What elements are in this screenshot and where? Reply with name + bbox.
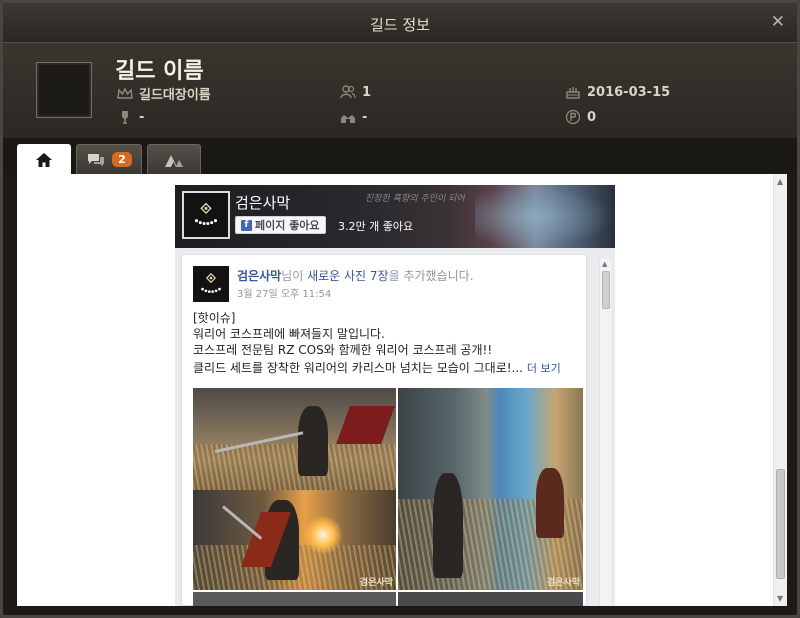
guild-leader-name: 길드대장이름 (139, 88, 211, 103)
black-desert-logo-icon (201, 272, 221, 294)
fb-post: 검은사막님이 새로운 사진 7장을 추가했습니다. 3월 27일 오후 11:5… (181, 254, 587, 606)
cake-icon (565, 84, 581, 100)
fb-scrollbar[interactable]: ▲ (599, 259, 611, 606)
guild-points-info: 0 (565, 109, 596, 125)
fb-page-name[interactable]: 검은사막 (235, 192, 290, 213)
fb-photo[interactable]: 검은사막 (193, 490, 396, 590)
facebook-icon: f (241, 219, 252, 231)
fb-post-avatar[interactable] (193, 266, 229, 302)
fb-photo-grid: 검은사막 검은사막 (193, 388, 583, 606)
tab-bar: 2 (3, 138, 797, 174)
guild-rank: - (139, 109, 145, 125)
points-icon (565, 109, 581, 125)
fb-post-line: 코스프레 전문팀 RZ COS와 함께한 워리어 코스프레 공개!! (193, 343, 493, 357)
fb-photo[interactable] (193, 592, 396, 606)
fb-scroll-thumb[interactable] (602, 271, 610, 309)
fb-photo[interactable] (398, 592, 583, 606)
guild-members-info: 1 (340, 84, 371, 100)
fb-page-logo[interactable] (182, 191, 230, 239)
guild-founded-date: 2016-03-15 (587, 84, 671, 100)
content-scroll-thumb[interactable] (776, 469, 785, 579)
fb-see-more-link[interactable]: 더 보기 (527, 362, 561, 375)
fb-like-button-label: 페이지 좋아요 (255, 219, 320, 232)
chat-badge: 2 (112, 152, 132, 167)
guild-rank-info: - (117, 109, 144, 125)
fb-post-action-post: 을 추가했습니다. (388, 269, 474, 283)
facebook-widget: 진정한 흑향의 주인이 되어 검은사막 f 페이지 좋아요 3.2만 개 좋아요 (175, 185, 615, 606)
fb-photo[interactable] (193, 388, 396, 490)
fb-post-last-line: 클리드 세트를 장착한 워리어의 카리스마 넘치는 모습이 그대로!... 더 … (193, 360, 585, 377)
fb-like-page-button[interactable]: f 페이지 좋아요 (235, 216, 326, 234)
window-title: 길드 정보 (370, 16, 430, 34)
fb-photo-watermark: 검은사막 (359, 578, 393, 588)
guild-emblem[interactable] (36, 62, 92, 118)
fb-post-text: [핫이슈] 워리어 코스프레에 빠져들지 말입니다. 코스프레 전문팀 RZ C… (193, 310, 585, 377)
guild-header: 길드 이름 길드대장이름 1 2016-03-15 - - 0 (3, 43, 797, 138)
content-panel: 진정한 흑향의 주인이 되어 검은사막 f 페이지 좋아요 3.2만 개 좋아요 (17, 174, 787, 606)
home-icon (36, 152, 52, 167)
guild-member-count: 1 (362, 84, 372, 100)
scroll-down-icon[interactable]: ▼ (777, 594, 783, 603)
fb-post-photos-link[interactable]: 새로운 사진 7장 (307, 269, 389, 283)
guild-territory: - (362, 109, 368, 125)
content-scrollbar[interactable]: ▲ ▼ (773, 174, 787, 606)
chat-icon (88, 153, 105, 166)
close-icon[interactable]: ✕ (771, 12, 785, 32)
title-bar[interactable]: 길드 정보 ✕ (3, 3, 797, 43)
black-desert-logo-icon (194, 202, 218, 226)
tab-chat[interactable]: 2 (76, 144, 142, 174)
guild-leader-info: 길드대장이름 (117, 84, 211, 103)
fb-post-line: 클리드 세트를 장착한 워리어의 카리스마 넘치는 모습이 그대로!... (193, 361, 523, 375)
crown-icon (117, 86, 133, 102)
scroll-up-icon[interactable]: ▲ (602, 260, 607, 268)
tab-camp[interactable] (147, 144, 201, 174)
trophy-icon (117, 109, 133, 125)
fb-like-count: 3.2만 개 좋아요 (338, 220, 414, 233)
guild-points: 0 (587, 109, 597, 125)
fb-post-timestamp[interactable]: 3월 27일 오후 11:54 (237, 285, 331, 300)
fb-cover-tagline: 진정한 흑향의 주인이 되어 (365, 194, 465, 204)
fb-post-action-pre: 님이 (281, 269, 308, 283)
members-icon (340, 84, 356, 100)
guild-info-window: 길드 정보 ✕ 길드 이름 길드대장이름 1 2016-03-15 - - 0 … (0, 0, 800, 618)
guild-name: 길드 이름 (115, 59, 204, 84)
castle-icon (340, 109, 356, 125)
tab-home[interactable] (17, 144, 71, 174)
guild-founded-info: 2016-03-15 (565, 84, 670, 100)
fb-photo[interactable]: 검은사막 (398, 388, 583, 590)
fb-post-line: [핫이슈] (193, 311, 236, 325)
fb-post-line: 워리어 코스프레에 빠져들지 말입니다. (193, 327, 385, 341)
guild-territory-info: - (340, 109, 367, 125)
fb-post-header: 검은사막님이 새로운 사진 7장을 추가했습니다. (237, 267, 474, 284)
fb-photo-watermark: 검은사막 (546, 578, 580, 588)
camp-icon (165, 154, 183, 167)
scroll-up-icon[interactable]: ▲ (777, 177, 783, 186)
fb-post-author[interactable]: 검은사막 (237, 269, 281, 283)
